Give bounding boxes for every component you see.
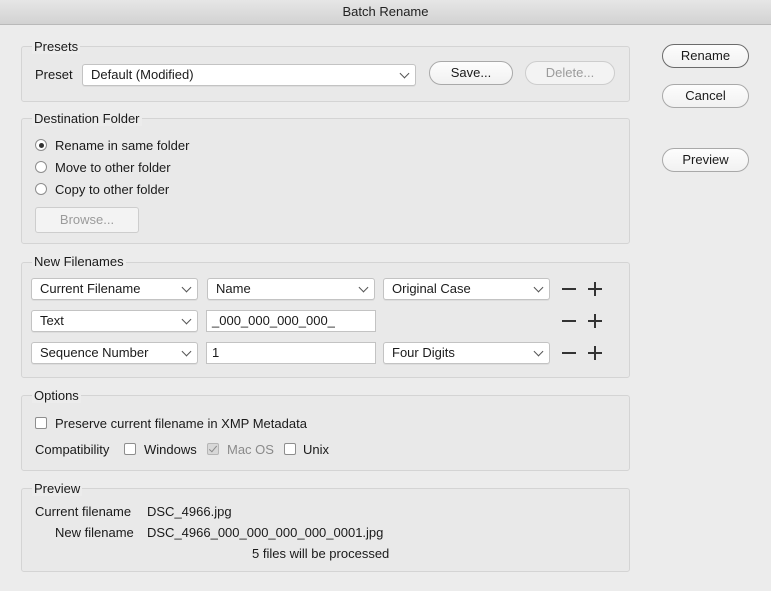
row3-add-icon[interactable] xyxy=(588,346,602,360)
save-preset-button[interactable]: Save... xyxy=(429,61,513,85)
radio-label-rename-same: Rename in same folder xyxy=(55,138,190,153)
files-processed-status: 5 files will be processed xyxy=(252,546,390,561)
row3-remove-icon[interactable] xyxy=(562,346,576,360)
current-filename-value: DSC_4966.jpg xyxy=(147,504,232,519)
compatibility-label: Compatibility xyxy=(35,442,110,457)
radio-move-other-folder[interactable] xyxy=(35,161,47,173)
destination-legend: Destination Folder xyxy=(32,111,142,126)
macos-label: Mac OS xyxy=(227,442,274,457)
row1-add-icon[interactable] xyxy=(588,282,602,296)
row3-type-select[interactable]: Sequence Number xyxy=(31,342,198,364)
radio-rename-same-folder[interactable] xyxy=(35,139,47,151)
chevron-down-icon xyxy=(358,282,369,293)
preset-select-value: Default (Modified) xyxy=(91,67,194,82)
radio-label-copy-other: Copy to other folder xyxy=(55,182,170,197)
row3-option-select[interactable]: Four Digits xyxy=(383,342,550,364)
radio-label-move-other: Move to other folder xyxy=(55,160,171,175)
row1-type-select[interactable]: Current Filename xyxy=(31,278,198,300)
macos-checkbox[interactable] xyxy=(207,443,219,455)
row1-type-value: Current Filename xyxy=(40,281,141,296)
preset-label: Preset xyxy=(35,67,73,82)
preserve-filename-label: Preserve current filename in XMP Metadat… xyxy=(55,416,307,431)
row2-text-input[interactable]: _000_000_000_000_ xyxy=(206,310,376,332)
unix-checkbox[interactable] xyxy=(284,443,296,455)
preview-button[interactable]: Preview xyxy=(662,148,749,172)
windows-label: Windows xyxy=(144,442,197,457)
chevron-down-icon xyxy=(533,346,544,357)
unix-label: Unix xyxy=(303,442,330,457)
chevron-down-icon xyxy=(181,314,192,325)
cancel-button[interactable]: Cancel xyxy=(662,84,749,108)
row3-type-value: Sequence Number xyxy=(40,345,149,360)
chevron-down-icon xyxy=(399,68,410,79)
row1-field-value: Name xyxy=(216,281,251,296)
chevron-down-icon xyxy=(533,282,544,293)
preset-select[interactable]: Default (Modified) xyxy=(82,64,416,86)
chevron-down-icon xyxy=(181,282,192,293)
row3-number-input[interactable]: 1 xyxy=(206,342,376,364)
row1-remove-icon[interactable] xyxy=(562,282,576,296)
browse-button[interactable]: Browse... xyxy=(35,207,139,233)
chevron-down-icon xyxy=(181,346,192,357)
row2-type-select[interactable]: Text xyxy=(31,310,198,332)
row2-type-value: Text xyxy=(40,313,64,328)
preserve-filename-checkbox[interactable] xyxy=(35,417,47,429)
current-filename-label: Current filename xyxy=(35,504,132,519)
radio-copy-other-folder[interactable] xyxy=(35,183,47,195)
row3-option-value: Four Digits xyxy=(392,345,455,360)
row1-option-select[interactable]: Original Case xyxy=(383,278,550,300)
row2-add-icon[interactable] xyxy=(588,314,602,328)
new-filename-value: DSC_4966_000_000_000_000_0001.jpg xyxy=(147,525,384,540)
window-title: Batch Rename xyxy=(0,0,771,25)
row1-field-select[interactable]: Name xyxy=(207,278,375,300)
presets-legend: Presets xyxy=(32,39,81,54)
new-filename-label: New filename xyxy=(55,525,134,540)
windows-checkbox[interactable] xyxy=(124,443,136,455)
options-group xyxy=(21,395,630,471)
options-legend: Options xyxy=(32,388,81,403)
rename-button[interactable]: Rename xyxy=(662,44,749,68)
row2-remove-icon[interactable] xyxy=(562,314,576,328)
new-filenames-legend: New Filenames xyxy=(32,254,126,269)
preview-legend: Preview xyxy=(32,481,83,496)
delete-preset-button[interactable]: Delete... xyxy=(525,61,615,85)
row1-option-value: Original Case xyxy=(392,281,471,296)
